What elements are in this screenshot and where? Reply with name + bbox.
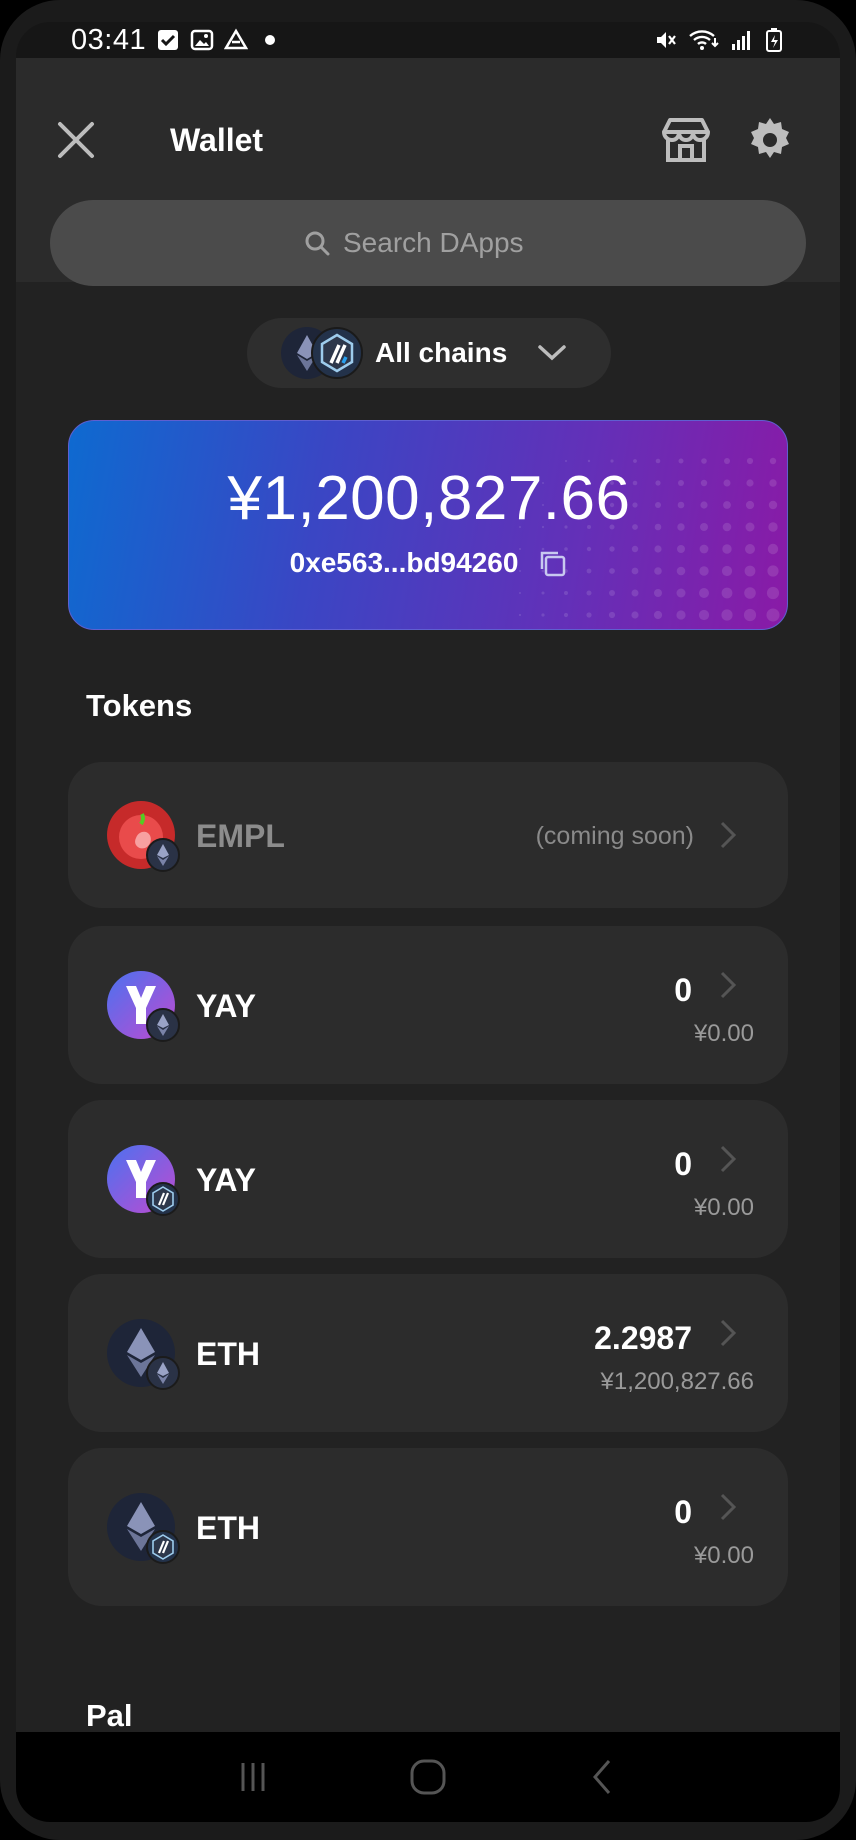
status-left: 03:41 xyxy=(71,24,282,57)
back-icon[interactable] xyxy=(583,1757,623,1797)
token-amount: 0 xyxy=(674,1494,692,1530)
status-time: 03:41 xyxy=(71,23,147,56)
token-symbol: ETH xyxy=(196,1510,260,1546)
section-title-tokens: Tokens xyxy=(86,688,193,723)
coming-soon-label: (coming soon) xyxy=(535,822,694,850)
search-icon xyxy=(305,231,330,256)
card-dot xyxy=(743,608,757,622)
chevron-right-icon xyxy=(720,1145,737,1173)
card-dot xyxy=(676,610,686,620)
ethereum-badge-icon xyxy=(146,838,180,872)
card-dot xyxy=(766,586,780,600)
total-balance: ¥1,200,827.66 xyxy=(227,464,631,533)
chain-icons xyxy=(281,327,363,379)
card-dot xyxy=(698,609,710,621)
card-dot xyxy=(586,612,592,618)
token-symbol: ETH xyxy=(196,1336,260,1372)
card-dot xyxy=(721,609,733,621)
token-fiat-value: ¥1,200,827.66 xyxy=(600,1368,754,1395)
page-title: Wallet xyxy=(170,122,264,158)
card-dot xyxy=(653,610,663,620)
chevron-right-icon xyxy=(720,1493,737,1521)
token-row-empl[interactable]: EMPL (coming soon) xyxy=(68,762,788,908)
card-dot xyxy=(518,613,522,617)
chevron-right-icon xyxy=(720,821,737,849)
signal-icon xyxy=(732,31,750,50)
token-fiat-value: ¥0.00 xyxy=(693,1020,754,1047)
token-row-eth-arbitrum[interactable]: ETH 0 ¥0.00 xyxy=(68,1448,788,1606)
drive-notification-icon xyxy=(224,28,249,50)
chevron-right-icon xyxy=(720,971,737,999)
mute-icon xyxy=(657,32,676,48)
chevron-right-icon xyxy=(720,1319,737,1347)
card-dot xyxy=(519,592,521,594)
app-header: Wallet xyxy=(16,58,840,286)
system-nav-bar xyxy=(16,1732,840,1822)
token-row-yay-ethereum[interactable]: YAY 0 ¥0.00 xyxy=(68,926,788,1084)
token-row-yay-arbitrum[interactable]: YAY 0 ¥0.00 xyxy=(68,1100,788,1258)
token-symbol: YAY xyxy=(196,1162,256,1198)
card-dot xyxy=(721,587,733,599)
token-amount: 0 xyxy=(674,972,692,1008)
card-dot xyxy=(676,588,686,598)
copy-icon[interactable] xyxy=(536,547,568,579)
home-icon[interactable] xyxy=(408,1757,448,1797)
ethereum-badge-icon xyxy=(146,1356,180,1390)
balance-card: ¥1,200,827.66 0xe563...bd94260 xyxy=(68,420,788,630)
card-dot xyxy=(744,587,756,599)
card-dot xyxy=(541,591,545,595)
ethereum-badge-icon xyxy=(146,1008,180,1042)
token-fiat-value: ¥0.00 xyxy=(693,1542,754,1569)
card-dot xyxy=(608,611,616,619)
card-dot xyxy=(541,613,545,617)
gear-icon[interactable] xyxy=(746,116,794,164)
card-dot xyxy=(654,589,662,597)
chain-selector[interactable]: All chains xyxy=(247,318,611,388)
token-symbol: EMPL xyxy=(196,818,285,854)
card-dot xyxy=(766,608,780,622)
phone-frame: 03:41 Wallet Search DApps All chains ¥1,… xyxy=(0,0,856,1840)
address-row: 0xe563...bd94260 xyxy=(69,547,787,579)
card-dot xyxy=(563,612,569,618)
dot-notification-icon xyxy=(265,35,276,45)
search-input[interactable] xyxy=(343,227,553,259)
card-dot xyxy=(631,611,639,619)
card-dot xyxy=(587,459,591,463)
recent-apps-icon[interactable] xyxy=(233,1757,273,1797)
wifi-icon xyxy=(689,30,719,50)
token-fiat-value: ¥0.00 xyxy=(693,1194,754,1221)
card-dot xyxy=(699,588,709,598)
token-amount: 0 xyxy=(674,1146,692,1182)
token-row-eth-ethereum[interactable]: ETH 2.2987 ¥1,200,827.66 xyxy=(68,1274,788,1432)
arbitrum-badge-icon xyxy=(146,1182,180,1216)
wallet-address: 0xe563...bd94260 xyxy=(289,547,519,578)
screen: 03:41 Wallet Search DApps All chains ¥1,… xyxy=(16,22,840,1822)
close-icon[interactable] xyxy=(54,118,98,162)
card-dot xyxy=(631,589,639,597)
chain-selector-label: All chains xyxy=(375,337,508,368)
card-dot xyxy=(565,460,567,462)
section-title-pal: Pal xyxy=(86,1698,133,1733)
status-bar: 03:41 xyxy=(16,22,840,58)
card-dot xyxy=(564,591,568,595)
token-symbol: YAY xyxy=(196,988,256,1024)
card-dot xyxy=(609,590,615,596)
image-notification-icon xyxy=(190,29,214,51)
checkbox-notification-icon xyxy=(158,30,179,50)
search-bar[interactable] xyxy=(50,200,806,286)
battery-icon xyxy=(766,28,782,52)
card-dot xyxy=(586,590,592,596)
store-icon[interactable] xyxy=(660,114,712,166)
status-right xyxy=(654,28,784,52)
arbitrum-chain-icon xyxy=(311,327,363,379)
token-amount: 2.2987 xyxy=(594,1320,692,1356)
arbitrum-badge-icon xyxy=(146,1530,180,1564)
chevron-down-icon xyxy=(538,345,567,361)
